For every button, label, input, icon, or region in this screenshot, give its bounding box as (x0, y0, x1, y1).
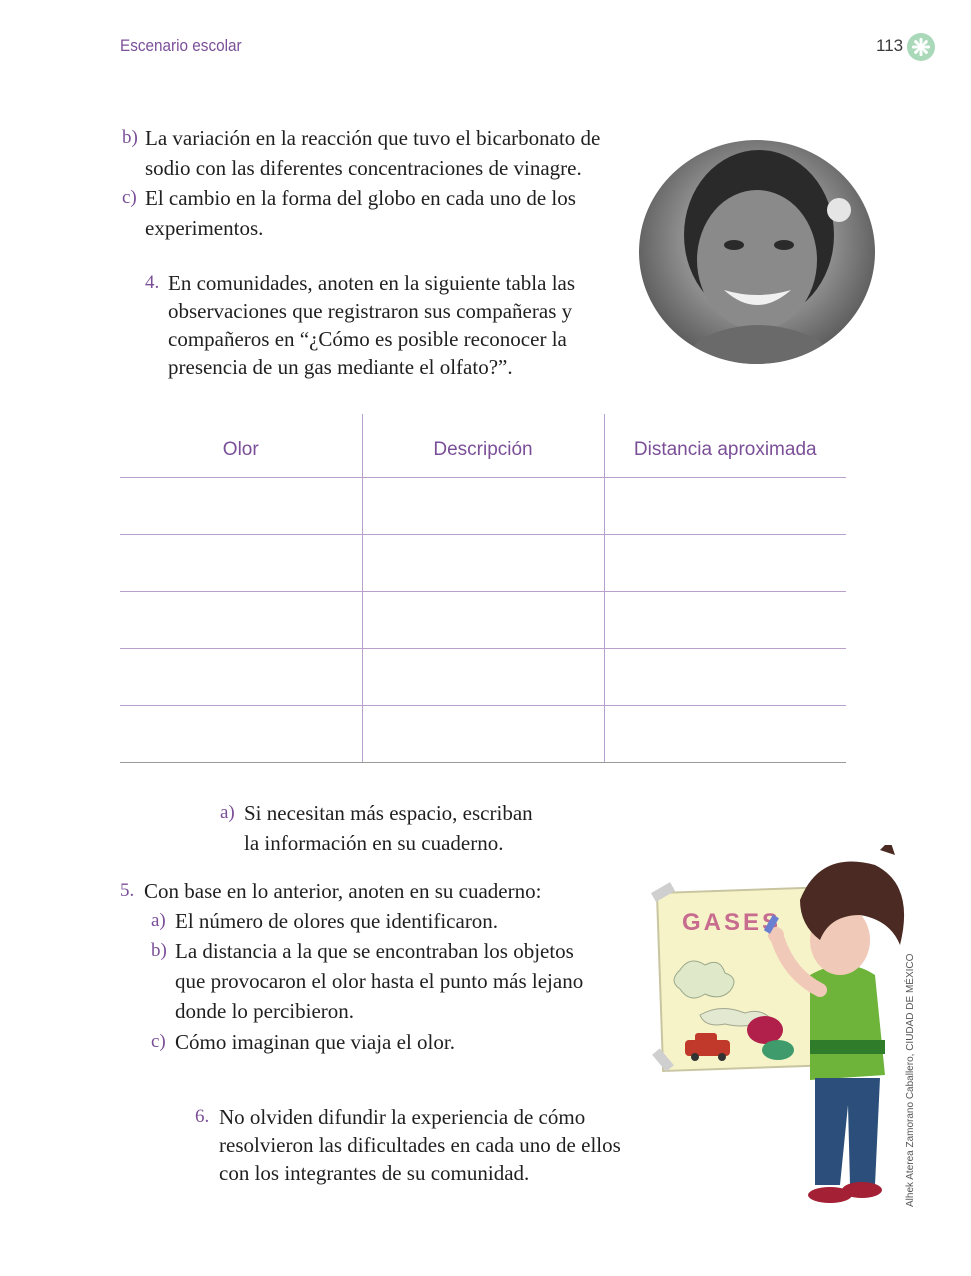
table-cell[interactable] (603, 534, 846, 592)
table-cell[interactable] (361, 477, 604, 535)
illustration-credit: Alhek Aterea Zamorano Caballero, CIUDAD … (905, 953, 916, 1207)
item-6-line-2: resolvieron las dificultades en cada uno… (219, 1133, 621, 1157)
col-header-olor: Olor (120, 414, 362, 478)
table-cell[interactable] (120, 477, 362, 535)
item-5b-marker: b) (151, 940, 167, 961)
item-5a-marker: a) (151, 910, 166, 931)
list-b-line-1: La variación en la reacción que tuvo el … (145, 126, 601, 150)
table-cell[interactable] (361, 705, 604, 763)
table-row (120, 648, 846, 706)
girl-photo (639, 140, 875, 364)
table-cell[interactable] (361, 534, 604, 592)
item-4-marker: 4. (145, 272, 160, 293)
table-row (120, 705, 846, 763)
table-cell[interactable] (603, 648, 846, 706)
section-title: Escenario escolar (120, 36, 242, 55)
observations-table: Olor Descripción Distancia aproximada (120, 414, 846, 763)
item-5c-marker: c) (151, 1031, 166, 1052)
table-cell[interactable] (603, 477, 846, 535)
table-cell[interactable] (120, 591, 362, 649)
table-row (120, 477, 846, 535)
table-header-row: Olor Descripción Distancia aproximada (120, 414, 846, 478)
table-cell[interactable] (120, 648, 362, 706)
list-b-line-2: sodio con las diferentes concentraciones… (145, 156, 582, 180)
item-4: 4. En comunidades, anoten en la siguient… (143, 268, 603, 388)
table-cell[interactable] (603, 705, 846, 763)
table-cell[interactable] (603, 591, 846, 649)
item-6: 6. No olviden difundir la experiencia de… (195, 1102, 635, 1192)
table-cell[interactable] (361, 591, 604, 649)
list-bc: b) La variación en la reacción que tuvo … (120, 123, 630, 253)
table-row (120, 591, 846, 649)
item-5: 5. Con base en lo anterior, anoten en su… (120, 876, 640, 1066)
item-6-line-1: No olviden difundir la experiencia de có… (219, 1105, 586, 1129)
item-5b-line-2: que provocaron el olor hasta el punto má… (175, 969, 584, 993)
col-header-distancia: Distancia aproximada (603, 414, 846, 478)
list-c-line-1: El cambio en la forma del globo en cada … (145, 186, 576, 210)
item-4a-line-2: la información en su cuaderno. (244, 831, 504, 855)
item-4a-marker: a) (220, 802, 235, 823)
child-poster-illustration: GASES (650, 840, 915, 1215)
item-4-line-1: En comunidades, anoten en la siguiente t… (168, 271, 576, 295)
table-row (120, 534, 846, 592)
item-4a: a) Si necesitan más espacio, escriban la… (220, 798, 600, 860)
item-5a-line-1: El número de olores que identificaron. (175, 909, 499, 933)
item-5c-line-1: Cómo imaginan que viaja el olor. (175, 1030, 455, 1054)
item-4-line-4: presencia de un gas mediante el olfato?”… (168, 355, 513, 379)
item-4-line-2: observaciones que registraron sus compañ… (168, 299, 573, 323)
item-5b-line-1: La distancia a la que se encontraban los… (175, 939, 574, 963)
list-c-line-2: experimentos. (145, 216, 264, 240)
table-cell[interactable] (120, 705, 362, 763)
item-5-marker: 5. (120, 880, 135, 901)
item-6-line-3: con los integrantes de su comunidad. (219, 1161, 530, 1185)
table-cell[interactable] (361, 648, 604, 706)
gear-icon (907, 33, 935, 61)
item-4-line-3: compañeros en “¿Cómo es posible reconoce… (168, 327, 567, 351)
item-5b-line-3: donde lo percibieron. (175, 999, 355, 1023)
col-header-descripcion: Descripción (361, 414, 604, 478)
table-cell[interactable] (120, 534, 362, 592)
poster-text: GASES (682, 909, 781, 936)
list-marker-c: c) (122, 187, 137, 208)
list-marker-b: b) (122, 127, 138, 148)
page-number: 113 (876, 36, 904, 55)
item-6-marker: 6. (195, 1106, 210, 1127)
item-4a-line-1: Si necesitan más espacio, escriban (244, 801, 533, 825)
item-5-intro: Con base en lo anterior, anoten en su cu… (144, 879, 542, 903)
